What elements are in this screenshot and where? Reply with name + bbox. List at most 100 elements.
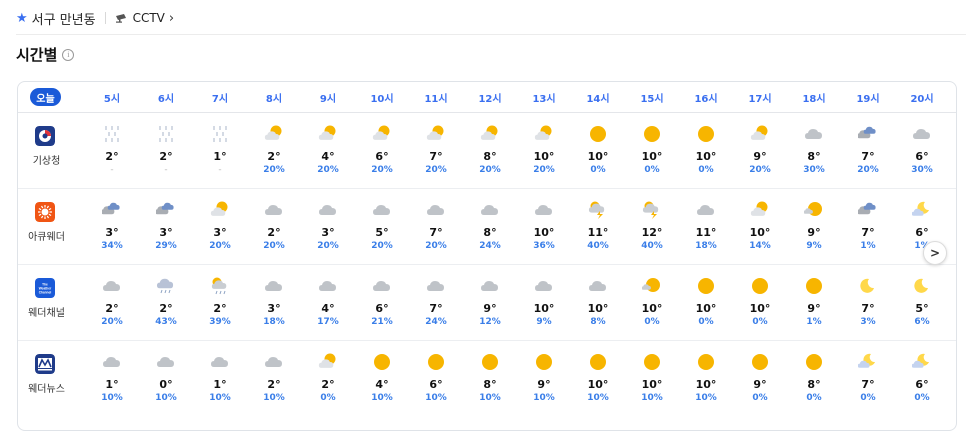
temperature: 3° — [105, 226, 119, 239]
temperature: 1° — [213, 150, 227, 163]
partly-cloudy-icon — [318, 353, 336, 368]
forecast-cell: 8° 0% — [791, 342, 837, 417]
forecast-cell: 10° 10% — [575, 342, 621, 417]
sun-icon — [374, 354, 390, 370]
favorite-star-icon[interactable]: ★ — [16, 11, 28, 26]
temperature: 10° — [695, 378, 717, 391]
temperature: 6° — [375, 150, 389, 163]
info-icon[interactable]: i — [62, 48, 75, 61]
location-name[interactable]: 서구 만년동 — [32, 9, 96, 28]
cloud-icon — [805, 129, 822, 139]
cloud-icon — [319, 281, 336, 291]
forecast-cell: 4° 20% — [305, 114, 351, 188]
forecast-cell: 6° 21% — [359, 266, 405, 340]
precip-probability: 9% — [806, 241, 822, 251]
moon-cloud-icon — [858, 353, 875, 368]
forecast-cell: 10° 0% — [629, 114, 675, 188]
rain-icon — [105, 126, 119, 142]
precip-probability: - — [164, 165, 168, 175]
forecast-cell: 9° 9% — [791, 190, 837, 264]
temperature: 4° — [375, 378, 389, 391]
temperature: 10° — [749, 302, 771, 315]
precip-probability: 10% — [695, 393, 717, 403]
temperature: 10° — [749, 226, 771, 239]
precip-probability: 10% — [479, 393, 501, 403]
sun-icon — [644, 126, 660, 142]
precip-probability: 10% — [641, 393, 663, 403]
sun-icon — [590, 126, 606, 142]
precip-probability: 0% — [860, 393, 876, 403]
forecast-cell: 10° 0% — [737, 266, 783, 340]
provider-label[interactable]: 기상청 — [18, 114, 75, 188]
precip-probability: - — [110, 165, 114, 175]
forecast-cell: 6° 0% — [899, 342, 945, 417]
partly-cloudy-icon — [426, 125, 444, 140]
sun-icon — [536, 354, 552, 370]
hour-label: 10시 — [370, 94, 394, 105]
forecast-cell: 6° 20% — [359, 114, 405, 188]
location-bar: ★ 서구 만년동 CCTV › — [16, 6, 174, 30]
temperature: 10° — [641, 150, 663, 163]
temperature: 7° — [429, 302, 443, 315]
next-page-button[interactable]: > — [923, 241, 947, 265]
hourly-forecast-table: 오늘 5시 6시 7시 8시 9시 10시 11시 12시 13시 14시 15시 16시 17시 18시… — [17, 81, 957, 431]
sun-icon — [698, 126, 714, 142]
provider-label[interactable]: 웨더뉴스 — [18, 342, 75, 417]
partly-cloudy-icon — [534, 125, 552, 140]
sun-icon — [752, 278, 768, 294]
sun-icon — [698, 278, 714, 294]
provider-name: 웨더뉴스 — [28, 384, 65, 395]
temperature: 8° — [807, 378, 821, 391]
provider-row: 웨더뉴스 1° 10% 0° 10% 1° 10% 2° 10% 2° 0% 4° 10% 6° 10% 8°… — [18, 342, 956, 417]
precip-probability: 29% — [155, 241, 177, 251]
forecast-cell: 3° 20% — [305, 190, 351, 264]
forecast-cell: 6° 10% — [413, 342, 459, 417]
temperature: 5° — [915, 302, 929, 315]
temperature: 9° — [807, 226, 821, 239]
provider-label[interactable]: 아큐웨더 — [18, 190, 75, 264]
forecast-cell: 2° 0% — [305, 342, 351, 417]
night-cloud-icon — [102, 202, 120, 215]
night-cloud-icon — [858, 202, 876, 215]
temperature: 8° — [807, 150, 821, 163]
precip-probability: 9% — [536, 317, 552, 327]
provider-name: 아큐웨더 — [28, 232, 65, 243]
precip-probability: 20% — [425, 165, 447, 175]
hour-label: 9시 — [319, 94, 337, 105]
forecast-cell: 2° - — [143, 114, 189, 188]
rain-icon — [159, 126, 173, 142]
precip-probability: 17% — [317, 317, 339, 327]
forecast-cell: 2° 20% — [251, 114, 297, 188]
precip-probability: - — [218, 165, 222, 175]
precip-probability: 14% — [749, 241, 771, 251]
forecast-cell: 10° 8% — [575, 266, 621, 340]
precip-probability: 20% — [263, 165, 285, 175]
precip-probability: 20% — [425, 241, 447, 251]
sun-icon — [590, 354, 606, 370]
hour-label: 14시 — [586, 94, 610, 105]
forecast-cell: 9° 10% — [521, 342, 567, 417]
temperature: 2° — [159, 302, 173, 315]
forecast-cell: 9° 0% — [737, 342, 783, 417]
forecast-cell: 4° 17% — [305, 266, 351, 340]
cctv-link[interactable]: CCTV — [133, 11, 165, 25]
partly-cloudy-icon — [480, 125, 498, 140]
forecast-cell: 7° 3% — [845, 266, 891, 340]
rain-cloud-icon — [156, 278, 174, 294]
temperature: 2° — [105, 302, 119, 315]
forecast-cell: 10° 36% — [521, 190, 567, 264]
forecast-cell: 9° 1% — [791, 266, 837, 340]
provider-label[interactable]: The Weather Channel 웨더채널 — [18, 266, 75, 340]
forecast-cell: 1° 10% — [197, 342, 243, 417]
precip-probability: 12% — [479, 317, 501, 327]
forecast-cell: 5° 6% — [899, 266, 945, 340]
forecast-cell: 2° 39% — [197, 266, 243, 340]
hour-label: 17시 — [748, 94, 772, 105]
chevron-right-icon[interactable]: › — [169, 11, 174, 26]
forecast-cell: 3° 20% — [197, 190, 243, 264]
hour-label: 5시 — [103, 94, 121, 105]
temperature: 8° — [483, 226, 497, 239]
cloud-icon — [373, 281, 390, 291]
precip-probability: 30% — [803, 165, 825, 175]
temperature: 9° — [537, 378, 551, 391]
